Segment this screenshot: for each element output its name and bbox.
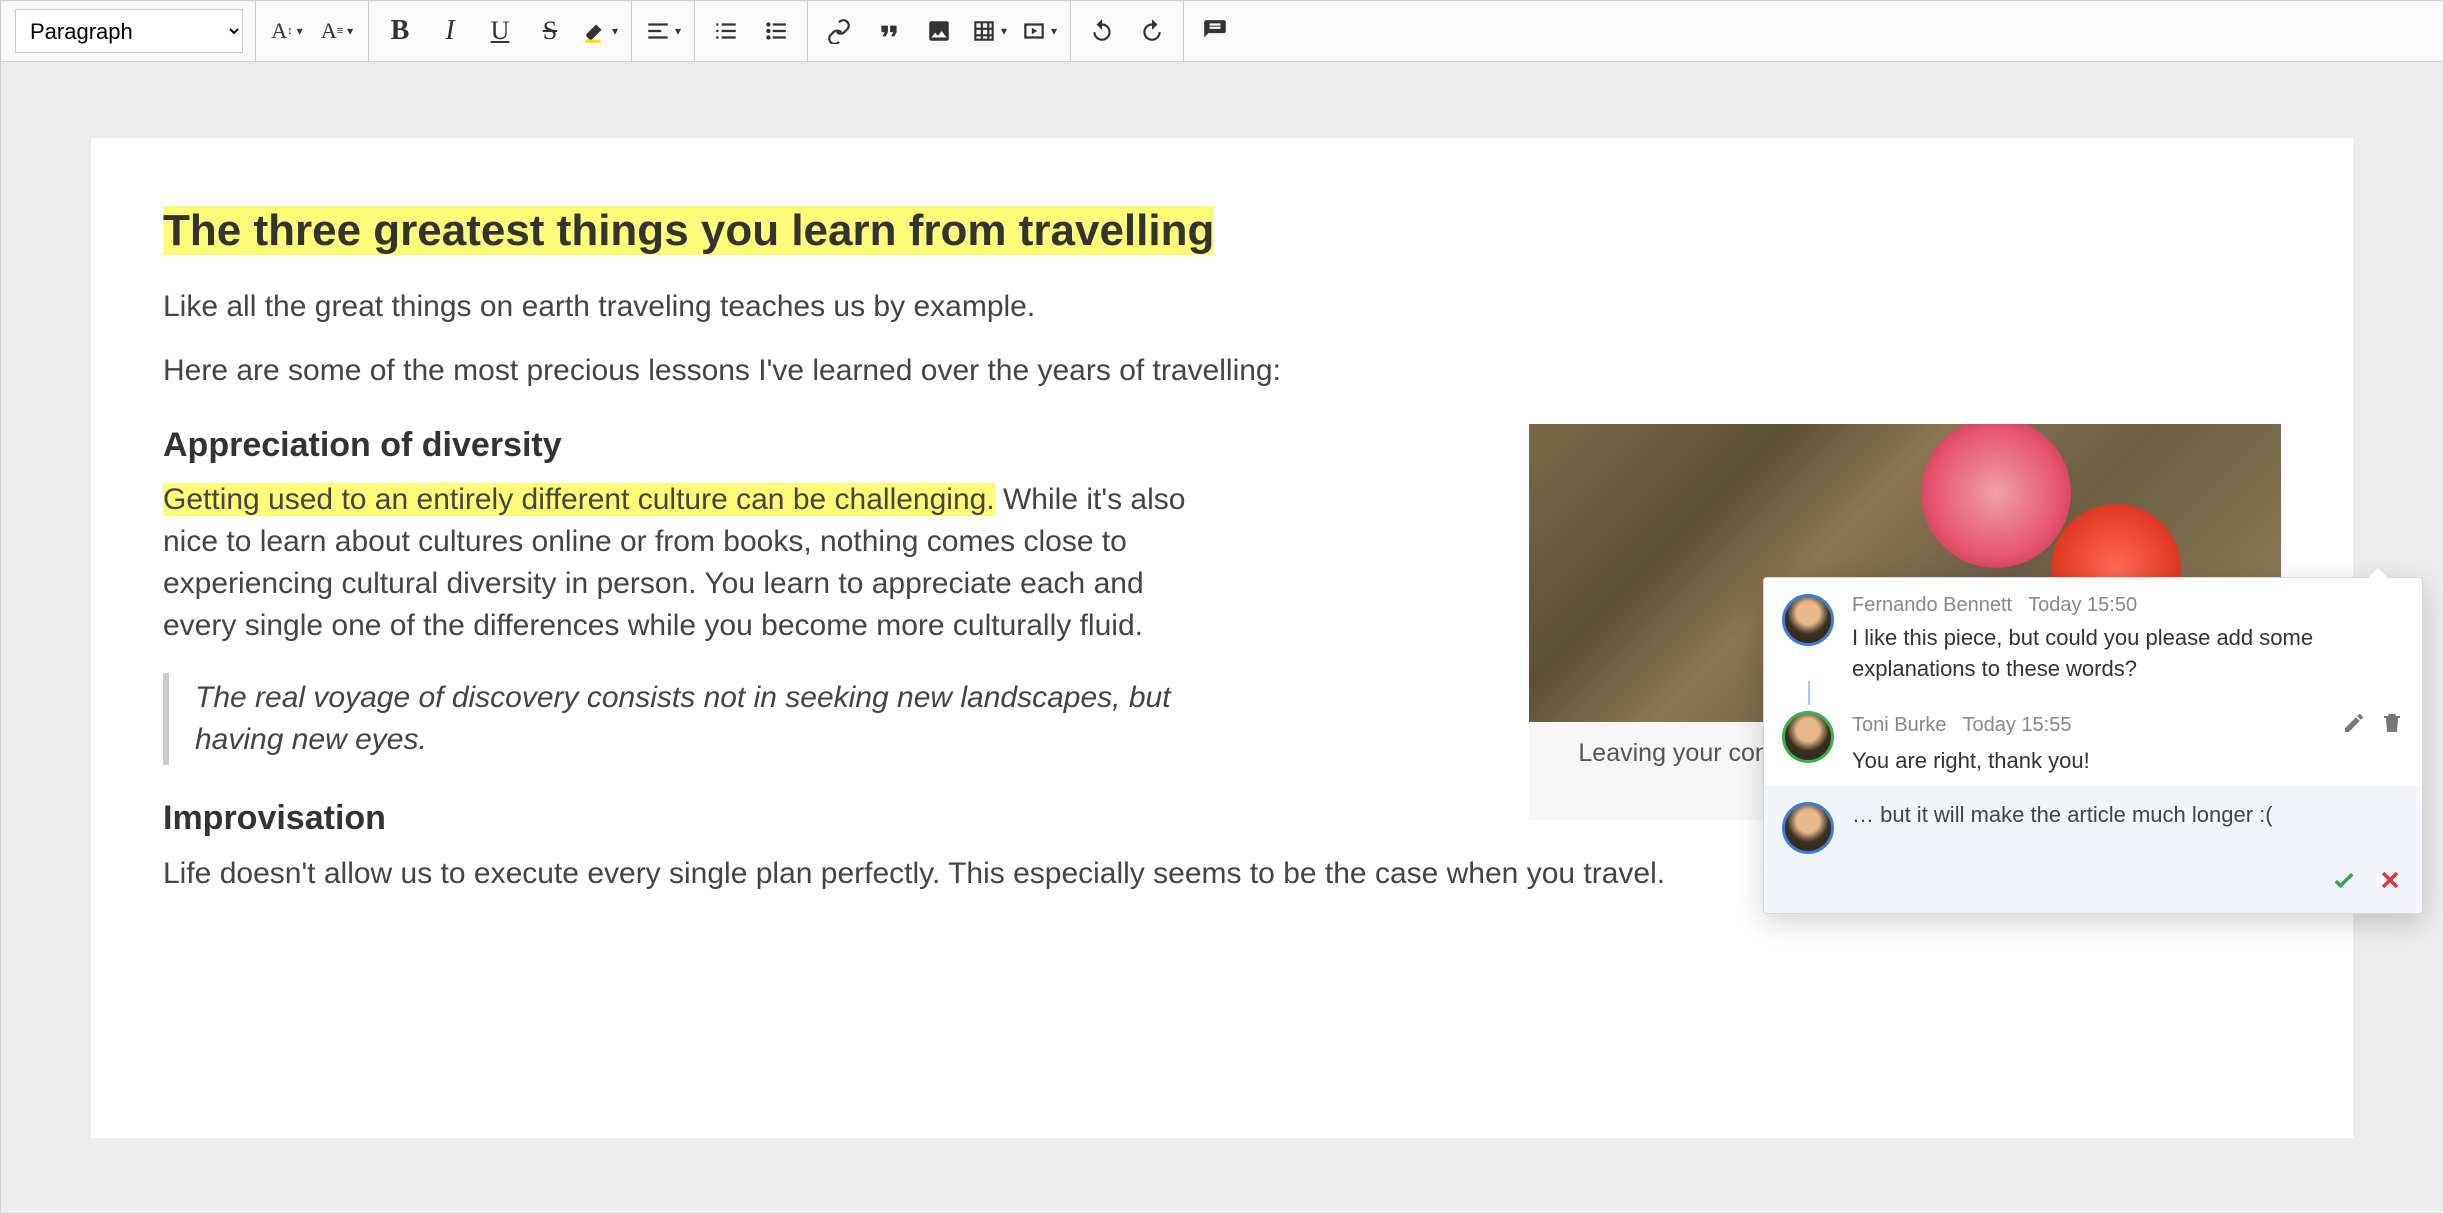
table-button[interactable]: ▾ — [964, 6, 1014, 56]
comment-text: You are right, thank you! — [1852, 746, 2404, 777]
avatar — [1782, 802, 1834, 854]
toolbar: Paragraph A↕▾ A≡▾ B I U S ▾ ▾ ▾ ▾ — [0, 0, 2444, 62]
add-comment-button[interactable] — [1190, 6, 1240, 56]
delete-icon[interactable] — [2380, 711, 2404, 740]
comment-time: Today 15:50 — [2028, 594, 2137, 617]
redo-button[interactable] — [1127, 6, 1177, 56]
comment-text: I like this piece, but could you please … — [1852, 623, 2404, 685]
align-button[interactable]: ▾ — [638, 6, 688, 56]
italic-button[interactable]: I — [425, 6, 475, 56]
comment: Toni Burke Today 15:55 You are right, th… — [1764, 695, 2422, 787]
bold-button[interactable]: B — [375, 6, 425, 56]
blockquote: The real voyage of discovery consists no… — [163, 673, 1183, 765]
paragraph: Getting used to an entirely different cu… — [163, 479, 1193, 647]
cancel-comment-button[interactable] — [2376, 866, 2404, 899]
comment: Fernando Bennett Today 15:50 I like this… — [1764, 578, 2422, 695]
media-button[interactable]: ▾ — [1014, 6, 1064, 56]
comment-thread: Fernando Bennett Today 15:50 I like this… — [1763, 577, 2423, 914]
heading-select[interactable]: Paragraph — [15, 9, 243, 53]
highlight-button[interactable]: ▾ — [575, 6, 625, 56]
strikethrough-button[interactable]: S — [525, 6, 575, 56]
link-button[interactable] — [814, 6, 864, 56]
blockquote-button[interactable] — [864, 6, 914, 56]
avatar — [1782, 594, 1834, 646]
font-family-button[interactable]: A≡▾ — [312, 6, 362, 56]
undo-button[interactable] — [1077, 6, 1127, 56]
image-button[interactable] — [914, 6, 964, 56]
paragraph: Here are some of the most precious lesso… — [163, 350, 2281, 392]
paragraph: Like all the great things on earth trave… — [163, 286, 2281, 328]
underline-button[interactable]: U — [475, 6, 525, 56]
submit-comment-button[interactable] — [2330, 866, 2358, 899]
editor-canvas: 1 2 The three greatest things you learn … — [0, 62, 2444, 1214]
comment-time: Today 15:55 — [1963, 714, 2072, 737]
ordered-list-button[interactable] — [701, 6, 751, 56]
font-size-button[interactable]: A↕▾ — [262, 6, 312, 56]
avatar — [1782, 711, 1834, 763]
page-title: The three greatest things you learn from… — [163, 206, 1214, 255]
bulleted-list-button[interactable] — [751, 6, 801, 56]
comment-reply-input[interactable]: … but it will make the article much long… — [1764, 786, 2422, 866]
comment-draft-text: … but it will make the article much long… — [1852, 802, 2404, 828]
comment-author: Fernando Bennett — [1852, 594, 2012, 617]
edit-icon[interactable] — [2342, 711, 2366, 740]
comment-author: Toni Burke — [1852, 714, 1947, 737]
